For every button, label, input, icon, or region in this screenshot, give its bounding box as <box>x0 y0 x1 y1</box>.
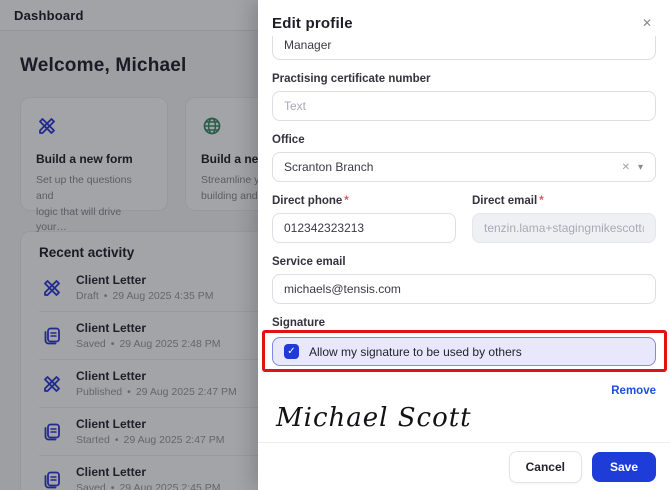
signature-consent-checkbox-row[interactable]: ✓ Allow my signature to be used by other… <box>272 337 656 366</box>
checkbox-checked[interactable]: ✓ <box>284 344 299 359</box>
service-email-label: Service email <box>272 256 346 268</box>
required-asterisk: * <box>344 195 349 207</box>
drawer-body: Practising certificate number Office Scr… <box>258 36 670 442</box>
required-asterisk: * <box>539 195 544 207</box>
drawer-title: Edit profile <box>272 14 353 32</box>
close-icon[interactable]: ✕ <box>640 15 654 31</box>
practising-certificate-label: Practising certificate number <box>272 73 431 85</box>
practising-certificate-field[interactable] <box>272 91 656 121</box>
clear-icon[interactable]: ✕ <box>616 162 636 173</box>
office-label: Office <box>272 134 305 146</box>
direct-email-field <box>472 213 656 243</box>
caret-down-icon[interactable]: ▾ <box>636 162 645 173</box>
screen: Dashboard Welcome, Michael Build a new f… <box>0 0 670 490</box>
direct-phone-field[interactable] <box>272 213 456 243</box>
signature-label: Signature <box>272 317 326 329</box>
office-select[interactable]: Scranton Branch ✕ ▾ <box>272 152 656 182</box>
office-selected-value: Scranton Branch <box>284 160 374 174</box>
signature-image: Michael Scott <box>276 403 472 433</box>
signature-consent-label: Allow my signature to be used by others <box>309 344 522 359</box>
role-field[interactable] <box>272 36 656 60</box>
cancel-button[interactable]: Cancel <box>508 450 582 483</box>
drawer-footer: Cancel Save <box>258 442 670 490</box>
remove-signature-link[interactable]: Remove <box>611 385 656 397</box>
direct-email-label: Direct email * <box>472 195 544 207</box>
drawer-header: Edit profile ✕ <box>258 0 670 36</box>
edit-profile-drawer: Edit profile ✕ Practising certificate nu… <box>258 0 670 490</box>
direct-phone-label: Direct phone * <box>272 195 349 207</box>
save-button[interactable]: Save <box>591 451 656 482</box>
service-email-field[interactable] <box>272 274 656 304</box>
check-icon: ✓ <box>287 346 296 357</box>
